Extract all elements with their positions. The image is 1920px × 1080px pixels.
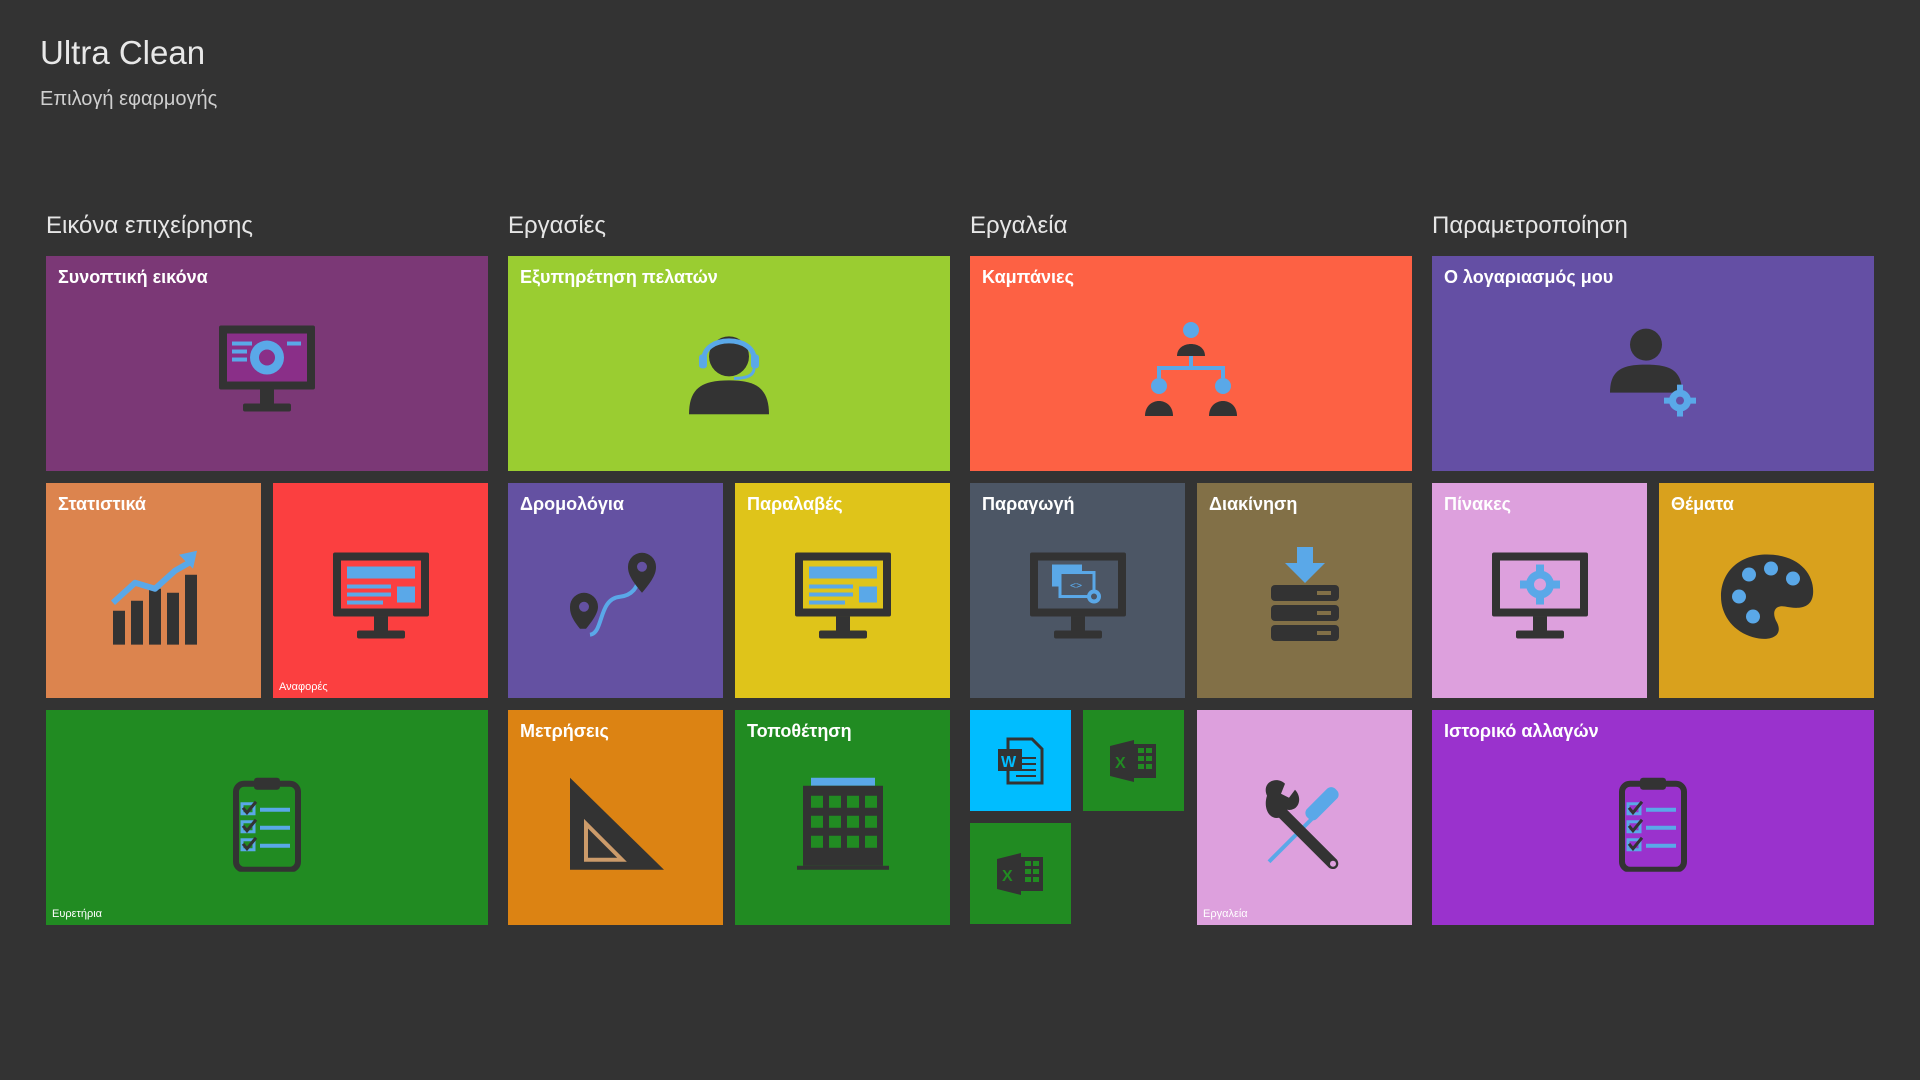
tile-placement[interactable]: Τοποθέτηση	[735, 710, 950, 925]
tile-customer-service[interactable]: Εξυπηρέτηση πελατών	[508, 256, 950, 471]
tile-label: Θέματα	[1671, 494, 1734, 514]
group-title-tasks: Εργασίες	[508, 212, 606, 239]
svg-text:X: X	[1115, 755, 1126, 772]
tile-change-history[interactable]: Ιστορικό αλλαγών	[1432, 710, 1874, 925]
tile-sublabel: Αναφορές	[279, 681, 328, 693]
set-square-icon	[569, 777, 664, 870]
tile-account[interactable]: Ο λογαριασμός μου	[1432, 256, 1874, 471]
tile-label: Συνοπτική εικόνα	[58, 267, 208, 287]
tile-label: Τοποθέτηση	[747, 721, 852, 741]
tile-label: Ιστορικό αλλαγών	[1444, 721, 1599, 741]
tile-label: Ο λογαριασμός μου	[1444, 267, 1614, 287]
growth-chart-icon	[110, 550, 197, 645]
svg-text:X: X	[1002, 868, 1013, 885]
tile-measurements[interactable]: Μετρήσεις	[508, 710, 723, 925]
tile-index[interactable]: Ευρετήρια	[46, 710, 488, 925]
tile-sublabel: Ευρετήρια	[52, 908, 103, 920]
word-document-icon: W	[997, 737, 1043, 784]
monitor-report-icon	[332, 552, 429, 639]
svg-text:W: W	[1001, 754, 1017, 771]
checklist-icon	[233, 777, 301, 872]
tile-label: Δρομολόγια	[520, 494, 624, 514]
svg-text:<>: <>	[1070, 580, 1082, 591]
tile-tables[interactable]: Πίνακες	[1432, 483, 1647, 698]
monitor-code-icon: <>	[1029, 552, 1126, 639]
tile-label: Πίνακες	[1444, 494, 1512, 514]
tile-reports[interactable]: Αναφορές	[273, 483, 488, 698]
monitor-gear-icon	[1491, 552, 1588, 639]
tile-receipts[interactable]: Παραλαβές	[735, 483, 950, 698]
monitor-form-icon	[794, 552, 891, 639]
palette-icon	[1720, 554, 1813, 639]
app-title: Ultra Clean	[40, 34, 206, 71]
tile-statistics[interactable]: Στατιστικά	[46, 483, 261, 698]
headset-agent-icon	[689, 335, 769, 414]
user-settings-icon	[1610, 328, 1696, 417]
org-chart-icon	[1145, 321, 1237, 416]
tile-label: Παραλαβές	[747, 494, 843, 514]
group-title-tools: Εργαλεία	[970, 212, 1068, 239]
monitor-chart-icon	[219, 325, 315, 412]
tile-sublabel: Εργαλεία	[1203, 908, 1248, 920]
building-icon	[796, 777, 889, 870]
tile-routes[interactable]: Δρομολόγια	[508, 483, 723, 698]
excel-document-icon: X	[1109, 739, 1156, 782]
tile-excel-2[interactable]: X	[970, 823, 1071, 924]
group-title-business: Εικόνα επιχείρησης	[46, 212, 253, 239]
tile-word[interactable]: W	[970, 710, 1071, 811]
app-subtitle: Επιλογή εφαρμογής	[40, 88, 218, 110]
checklist-icon	[1619, 777, 1687, 872]
tile-overview[interactable]: Συνοπτική εικόνα	[46, 256, 488, 471]
tile-excel-1[interactable]: X	[1083, 710, 1184, 811]
tile-production[interactable]: Παραγωγή <>	[970, 483, 1185, 698]
tile-label: Διακίνηση	[1209, 494, 1298, 514]
excel-document-icon: X	[996, 852, 1043, 895]
wrench-screwdriver-icon	[1265, 779, 1339, 869]
tile-movement[interactable]: Διακίνηση	[1197, 483, 1412, 698]
tile-campaigns[interactable]: Καμπάνιες	[970, 256, 1412, 471]
tile-label: Παραγωγή	[982, 494, 1075, 514]
tile-label: Καμπάνιες	[982, 267, 1074, 287]
route-pins-icon	[569, 552, 656, 637]
group-title-settings: Παραμετροποίηση	[1432, 212, 1628, 239]
tile-themes[interactable]: Θέματα	[1659, 483, 1874, 698]
tile-tools[interactable]: Εργαλεία	[1197, 710, 1412, 925]
tile-label: Μετρήσεις	[520, 721, 609, 741]
server-download-icon	[1270, 546, 1339, 641]
tile-label: Εξυπηρέτηση πελατών	[520, 267, 718, 287]
tile-label: Στατιστικά	[58, 494, 146, 514]
